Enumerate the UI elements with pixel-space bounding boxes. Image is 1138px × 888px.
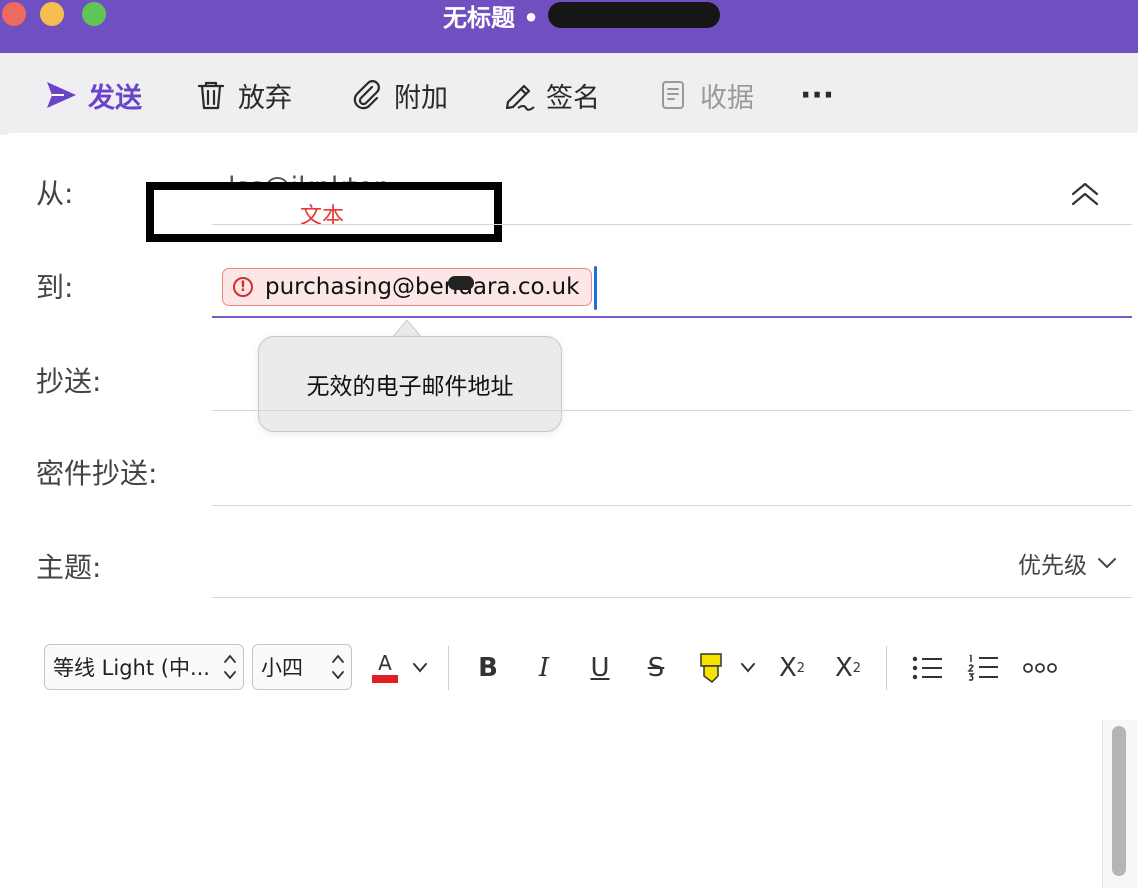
send-icon <box>47 82 76 108</box>
discard-label: 放弃 <box>238 82 292 114</box>
send-button[interactable]: 发送 <box>44 75 142 115</box>
send-label: 发送 <box>88 82 142 114</box>
font-color-swatch <box>372 675 398 683</box>
pen-icon <box>505 84 535 111</box>
title-bar: 无标题 • <box>0 0 1138 53</box>
priority-label: 优先级 <box>1018 553 1087 579</box>
window-title: 无标题 • <box>443 4 539 32</box>
chevron-down-icon[interactable] <box>740 662 756 674</box>
scrollbar-thumb[interactable] <box>1112 726 1126 876</box>
receipt-icon <box>662 81 684 109</box>
subscript-button[interactable]: X2 <box>832 650 864 686</box>
font-color-button[interactable]: A <box>370 650 400 686</box>
annotation-text: 文本 <box>300 204 345 229</box>
tooltip-arrow <box>392 319 422 338</box>
from-label: 从: <box>36 177 74 210</box>
close-window-button[interactable] <box>2 2 26 26</box>
error-icon: ! <box>233 277 253 297</box>
strikethrough-button[interactable]: S <box>642 650 670 686</box>
font-size-value: 小四 <box>261 656 303 680</box>
bullet-list-icon[interactable] <box>910 654 944 682</box>
font-family-select[interactable]: 等线 Light (中... <box>44 644 244 690</box>
chevron-down-icon[interactable] <box>412 662 428 674</box>
chevron-down-icon <box>1098 558 1116 569</box>
more-formatting-icon[interactable] <box>1022 660 1058 676</box>
invalid-email-tooltip: 无效的电子邮件地址 <box>258 336 562 432</box>
font-size-select[interactable]: 小四 <box>252 644 352 690</box>
bcc-label: 密件抄送: <box>36 457 158 490</box>
recipient-address: purchasing@bendara.co.uk <box>265 274 580 300</box>
more-icon: ··· <box>800 77 835 113</box>
more-options-button[interactable]: ··· <box>800 75 834 115</box>
subject-field[interactable] <box>212 597 1132 598</box>
superscript-mark: 2 <box>796 660 806 676</box>
subscript-base: X <box>834 653 853 683</box>
double-chevron-up-icon[interactable] <box>1068 178 1102 208</box>
compose-toolbar: 发送 放弃 附加 签名 收据 ··· <box>0 53 1138 135</box>
bold-button[interactable]: B <box>474 650 502 686</box>
recipient-chip[interactable]: ! purchasing@bendara.co.uk <box>222 268 593 306</box>
signature-label: 签名 <box>546 82 600 114</box>
receipt-button[interactable]: 收据 <box>656 75 754 115</box>
toolbar-separator <box>448 646 449 690</box>
subject-label: 主题: <box>36 551 102 584</box>
tooltip-text: 无效的电子邮件地址 <box>306 374 514 400</box>
redaction-scribble-small <box>448 276 474 290</box>
attach-button[interactable]: 附加 <box>350 75 448 115</box>
signature-button[interactable]: 签名 <box>502 75 600 115</box>
receipt-label: 收据 <box>700 82 754 114</box>
cc-label: 抄送: <box>36 365 102 398</box>
zoom-window-button[interactable] <box>82 2 106 26</box>
font-color-icon: A <box>378 651 392 675</box>
stepper-icon <box>332 654 344 680</box>
compose-sheet <box>0 133 1138 888</box>
minimize-window-button[interactable] <box>40 2 64 26</box>
paperclip-icon <box>353 80 380 110</box>
superscript-button[interactable]: X2 <box>776 650 808 686</box>
underline-button[interactable]: U <box>586 650 614 686</box>
redaction-scribble <box>548 2 720 28</box>
stepper-icon <box>224 654 236 680</box>
body-scrollbar[interactable] <box>1102 720 1137 888</box>
superscript-base: X <box>778 653 797 683</box>
attach-label: 附加 <box>394 82 448 114</box>
subscript-mark: 2 <box>852 660 862 676</box>
trash-icon <box>197 81 225 110</box>
from-divider <box>212 224 1132 225</box>
bcc-field[interactable] <box>212 505 1132 506</box>
priority-dropdown[interactable]: 优先级 <box>1018 546 1117 580</box>
text-cursor <box>594 266 597 310</box>
toolbar-separator <box>886 646 887 690</box>
italic-button[interactable]: I <box>530 650 558 686</box>
numbered-list-icon[interactable] <box>966 652 1000 682</box>
highlighter-icon[interactable] <box>696 650 728 686</box>
font-family-value: 等线 Light (中... <box>53 656 210 680</box>
to-label: 到: <box>36 271 74 304</box>
to-field-underline[interactable] <box>212 316 1132 318</box>
cc-field[interactable] <box>212 410 1132 411</box>
discard-button[interactable]: 放弃 <box>194 75 292 115</box>
